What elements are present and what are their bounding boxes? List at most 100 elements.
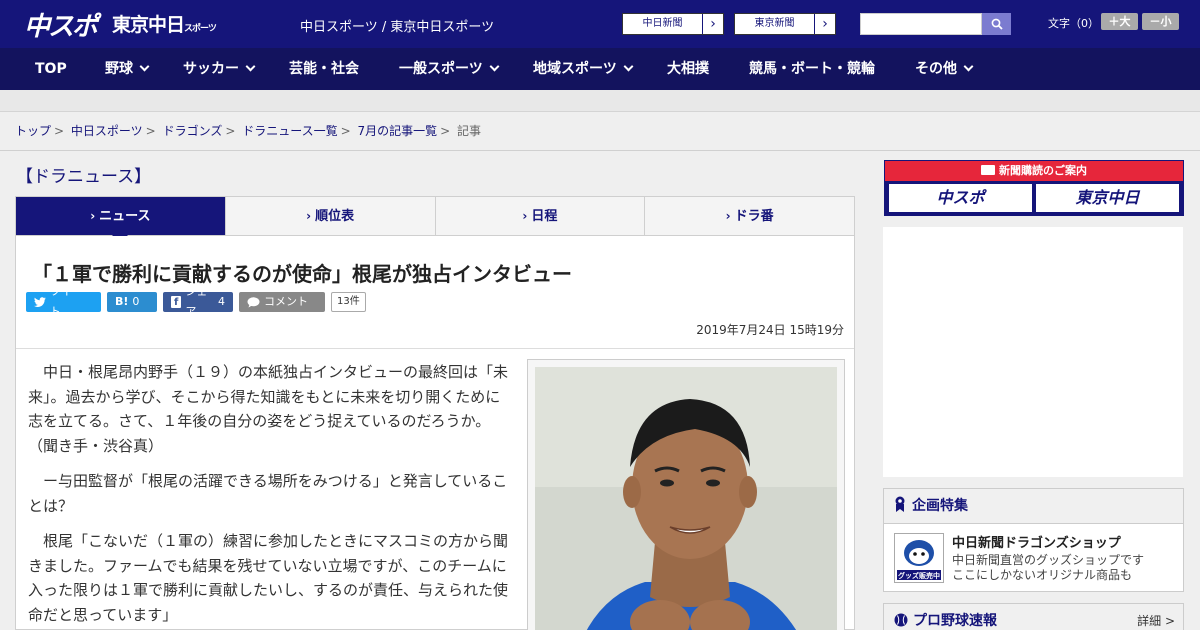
font-size-label: 文字（0） [1048,17,1099,30]
tweet-label: ツイート [49,285,83,318]
article-paragraph: 根尾「こないだ（１軍の）練習に参加したときにマスコミの方から聞きました。ファーム… [28,532,509,624]
shop-desc-line: ここにしかないオリジナル商品も [952,568,1133,582]
chuspo-logo[interactable]: 中スポ [24,6,98,43]
nav-item-soccer[interactable]: サッカー [183,48,256,90]
subscription-heading: 新聞購読のご案内 [885,161,1183,181]
article: 「１軍で勝利に貢献するのが使命」根尾が独占インタビュー ツイート B! 0 f … [15,236,855,630]
nav-item-top[interactable]: TOP [35,48,67,90]
nav-item-baseball[interactable]: 野球 [105,48,150,90]
chunichi-shimbun-label: 中日新聞 [623,14,703,34]
chevron-right-icon: › [90,209,96,223]
breadcrumb-separator: > [440,124,451,138]
search-button[interactable] [982,13,1011,35]
nav-item-general-sports[interactable]: 一般スポーツ [399,48,500,90]
article-paragraph: ー与田監督が「根尾の活躍できる場所をみつける」と発言していることは？ [28,472,508,515]
nav-item-keiba[interactable]: 競馬・ボート・競輪 [749,48,875,90]
breadcrumb-chuspo[interactable]: 中日スポーツ [71,124,143,138]
tokyo-chunichi-logo-text: 東京中日 [112,14,185,36]
tokyo-chunichi-subscribe-logo[interactable]: 東京中日 [1036,184,1179,212]
breadcrumb-current: 記事 [457,124,482,138]
tokyo-chunichi-logo-sub: スポーツ [184,24,217,34]
tab-dora-ban[interactable]: › ドラ番 [644,197,854,235]
tweet-button[interactable]: ツイート [26,285,101,318]
tab-label: ドラ番 [734,209,774,224]
nav-item-label: 一般スポーツ [399,61,483,77]
font-larger-button[interactable]: ＋大 [1101,13,1138,30]
player-portrait-image [535,367,837,630]
dragons-shop-thumbnail[interactable]: グッズ販売中 [894,533,944,583]
nav-item-label: 野球 [105,61,133,77]
chevron-right-icon: › [822,16,828,32]
chevron-right-icon: › [306,209,312,223]
baseball-detail-link[interactable]: 詳細 > [1137,612,1175,629]
tokyo-chunichi-logo[interactable]: 東京中日スポーツ [112,10,217,37]
subscription-logos: 中スポ 東京中日 [885,181,1183,215]
chunichi-shimbun-link[interactable]: 中日新聞 › [622,13,724,35]
nav-item-other[interactable]: その他 [915,48,974,90]
chevron-down-icon [489,61,500,72]
nav-item-label: 競馬・ボート・競輪 [749,61,875,77]
top-header: 中スポ 東京中日スポーツ 中日スポーツ / 東京中日スポーツ 中日新聞 › 東京… [0,0,1200,48]
main-nav: TOP 野球 サッカー 芸能・社会 一般スポーツ 地域スポーツ 大相撲 競馬・ボ… [0,48,1200,90]
nav-item-entertainment[interactable]: 芸能・社会 [289,48,359,90]
tokyo-shimbun-link[interactable]: 東京新聞 › [734,13,836,35]
ad-slot [883,227,1183,477]
comment-button[interactable]: コメント [239,292,325,312]
chevron-down-icon [139,61,150,72]
facebook-share-count: 4 [218,295,225,308]
breadcrumb-dragons[interactable]: ドラゴンズ [163,124,223,138]
tokyo-shimbun-label: 東京新聞 [735,14,815,34]
nav-item-regional-sports[interactable]: 地域スポーツ [533,48,634,90]
hatena-count: 0 [132,295,140,308]
nav-item-label: その他 [915,61,957,77]
breadcrumb-separator: > [225,124,236,138]
article-body: 中日・根尾昂内野手（１９）の本紙独占インタビューの最終回は「未来」。過去から学び… [28,360,508,630]
baseball-heading-text: プロ野球速報 [913,613,997,629]
newspaper-icon [981,165,995,175]
article-paragraph: 中日・根尾昂内野手（１９）の本紙独占インタビューの最終回は「未来」。過去から学び… [28,363,509,455]
nav-item-sumo[interactable]: 大相撲 [667,48,709,90]
breadcrumb-news-list[interactable]: ドラニュース一覧 [242,124,337,138]
breadcrumb-separator: > [145,124,156,138]
search-icon [991,18,1003,30]
ribbon-icon [895,496,905,512]
facebook-share-button[interactable]: f シェア 4 [163,285,233,318]
breadcrumb-month-list[interactable]: 7月の記事一覧 [358,124,438,138]
search-input[interactable] [860,13,982,35]
news-tabs: › ニュース › 順位表 › 日程 › ドラ番 [15,196,855,243]
shop-desc-line: 中日新聞直営のグッズショップです [952,553,1145,567]
baseball-icon [894,613,908,627]
tab-standings[interactable]: › 順位表 [224,197,435,235]
twitter-icon [34,297,46,307]
subscription-banner[interactable]: 新聞購読のご案内 中スポ 東京中日 [884,160,1184,216]
article-photo[interactable] [535,367,837,630]
share-buttons: ツイート B! 0 f シェア 4 コメント 13件 [26,285,366,318]
breadcrumb-separator: > [54,124,65,138]
site-title[interactable]: 中日スポーツ / 東京中日スポーツ [300,16,494,35]
chevron-right-icon: › [725,209,731,223]
tab-label: 日程 [531,209,558,224]
shop-thumb-text: グッズ販売中 [898,572,940,580]
breadcrumb-separator: > [340,124,351,138]
section-title: 【ドラニュース】 [16,167,152,187]
nav-item-label: 地域スポーツ [533,61,617,77]
breadcrumb-top[interactable]: トップ [15,124,51,138]
article-date: 2019年7月24日 15時19分 [696,323,844,337]
chuspo-subscribe-logo[interactable]: 中スポ [889,184,1032,212]
chevron-right-icon: › [710,16,716,32]
chevron-down-icon [623,61,634,72]
baseball-scores-panel: プロ野球速報 詳細 > [883,603,1184,630]
shop-description: 中日新聞直営のグッズショップです ここにしかないオリジナル商品も [952,553,1144,583]
font-smaller-button[interactable]: －小 [1142,13,1179,30]
comment-count[interactable]: 13件 [331,292,366,312]
hatena-bookmark-button[interactable]: B! 0 [107,292,157,312]
tab-label: 順位表 [315,209,355,224]
shop-title-link[interactable]: 中日新聞ドラゴンズショップ [952,532,1121,551]
speech-bubble-icon [247,296,260,307]
feature-heading: 企画特集 [884,489,1183,524]
nav-item-label: サッカー [183,61,239,77]
article-headline: 「１軍で勝利に貢献するのが使命」根尾が独占インタビュー [32,262,572,286]
tab-news[interactable]: › ニュース [16,197,225,243]
chevron-down-icon [963,61,974,72]
tab-schedule[interactable]: › 日程 [434,197,645,235]
